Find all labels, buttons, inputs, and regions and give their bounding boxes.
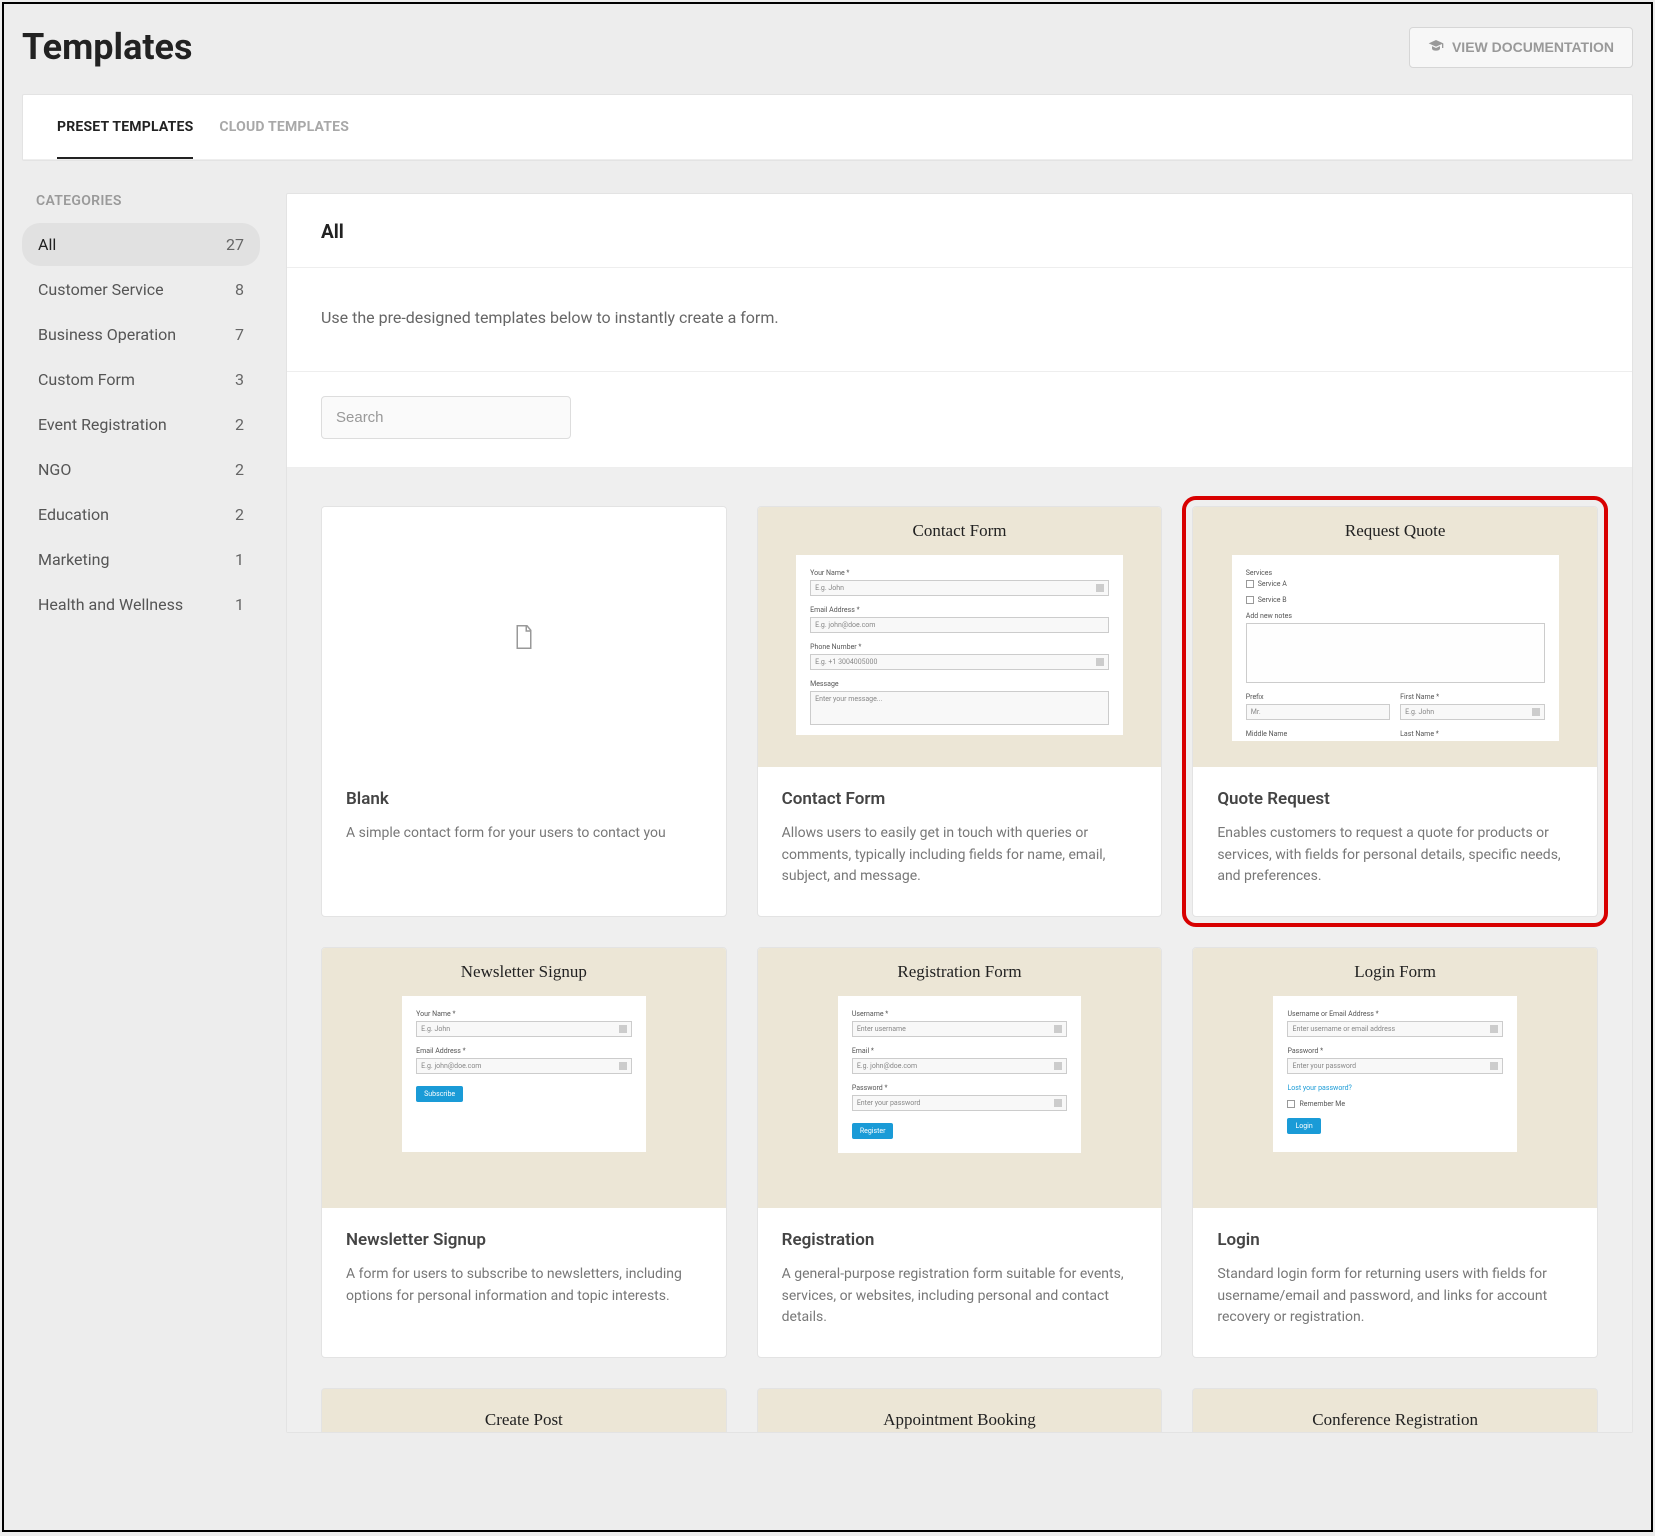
main-description: Use the pre-designed templates below to …	[287, 268, 1632, 372]
category-label: Education	[38, 505, 109, 524]
search-input[interactable]	[321, 396, 571, 439]
template-title: Newsletter Signup	[346, 1230, 702, 1250]
category-label: Business Operation	[38, 325, 176, 344]
category-count: 7	[235, 325, 244, 344]
category-label: Custom Form	[38, 370, 135, 389]
template-description: Standard login form for returning users …	[1217, 1264, 1573, 1329]
template-preview: Newsletter Signup Your Name * E.g. John …	[322, 948, 726, 1208]
category-count: 27	[226, 235, 244, 254]
template-title: Login	[1217, 1230, 1573, 1250]
template-card-conference-registration[interactable]: Conference Registration	[1192, 1388, 1598, 1432]
preview-title: Login Form	[1354, 962, 1436, 982]
template-card-registration[interactable]: Registration Form Username * Enter usern…	[757, 947, 1163, 1358]
template-preview: Request Quote Services Service A Service…	[1193, 507, 1597, 767]
category-customer-service[interactable]: Customer Service 8	[22, 268, 260, 311]
template-preview: Registration Form Username * Enter usern…	[758, 948, 1162, 1208]
template-card-appointment-booking[interactable]: Appointment Booking	[757, 1388, 1163, 1432]
template-card-blank[interactable]: Blank A simple contact form for your use…	[321, 506, 727, 917]
graduation-cap-icon	[1428, 38, 1444, 57]
template-description: A general-purpose registration form suit…	[782, 1264, 1138, 1329]
template-card-login[interactable]: Login Form Username or Email Address * E…	[1192, 947, 1598, 1358]
template-preview: Login Form Username or Email Address * E…	[1193, 948, 1597, 1208]
template-preview: Contact Form Your Name * E.g. John Email…	[758, 507, 1162, 767]
category-business-operation[interactable]: Business Operation 7	[22, 313, 260, 356]
category-label: Customer Service	[38, 280, 164, 299]
category-all[interactable]: All 27	[22, 223, 260, 266]
category-education[interactable]: Education 2	[22, 493, 260, 536]
document-icon	[515, 625, 533, 649]
template-preview	[322, 507, 726, 767]
category-count: 3	[235, 370, 244, 389]
category-label: Event Registration	[38, 415, 167, 434]
main-category-title: All	[287, 194, 1632, 268]
preview-title: Registration Form	[897, 962, 1021, 982]
template-title: Quote Request	[1217, 789, 1573, 809]
category-count: 1	[235, 550, 244, 569]
category-count: 8	[235, 280, 244, 299]
preview-title: Newsletter Signup	[461, 962, 587, 982]
main-panel: All Use the pre-designed templates below…	[286, 193, 1633, 1433]
category-label: Marketing	[38, 550, 109, 569]
template-card-quote-request[interactable]: Request Quote Services Service A Service…	[1192, 506, 1598, 917]
template-title: Blank	[346, 789, 702, 809]
template-description: Enables customers to request a quote for…	[1217, 823, 1573, 888]
category-ngo[interactable]: NGO 2	[22, 448, 260, 491]
template-card-newsletter-signup[interactable]: Newsletter Signup Your Name * E.g. John …	[321, 947, 727, 1358]
categories-sidebar: CATEGORIES All 27 Customer Service 8 Bus…	[22, 193, 260, 1433]
categories-heading: CATEGORIES	[22, 193, 260, 223]
view-documentation-button[interactable]: VIEW DOCUMENTATION	[1409, 27, 1633, 68]
view-documentation-label: VIEW DOCUMENTATION	[1452, 39, 1614, 55]
template-card-contact-form[interactable]: Contact Form Your Name * E.g. John Email…	[757, 506, 1163, 917]
tab-preset-templates[interactable]: PRESET TEMPLATES	[57, 95, 193, 159]
category-custom-form[interactable]: Custom Form 3	[22, 358, 260, 401]
template-title: Contact Form	[782, 789, 1138, 809]
category-count: 2	[235, 415, 244, 434]
template-title: Registration	[782, 1230, 1138, 1250]
category-label: NGO	[38, 460, 71, 479]
category-count: 1	[235, 595, 244, 614]
tab-cloud-templates[interactable]: CLOUD TEMPLATES	[219, 95, 349, 159]
page-title: Templates	[22, 26, 192, 68]
template-description: A form for users to subscribe to newslet…	[346, 1264, 702, 1307]
category-count: 2	[235, 505, 244, 524]
preview-title: Contact Form	[913, 521, 1007, 541]
category-count: 2	[235, 460, 244, 479]
preview-title: Request Quote	[1345, 521, 1446, 541]
template-card-create-post[interactable]: Create Post	[321, 1388, 727, 1432]
category-label: Health and Wellness	[38, 595, 183, 614]
template-description: Allows users to easily get in touch with…	[782, 823, 1138, 888]
template-description: A simple contact form for your users to …	[346, 823, 702, 845]
category-health-wellness[interactable]: Health and Wellness 1	[22, 583, 260, 626]
category-marketing[interactable]: Marketing 1	[22, 538, 260, 581]
category-label: All	[38, 235, 56, 254]
category-event-registration[interactable]: Event Registration 2	[22, 403, 260, 446]
